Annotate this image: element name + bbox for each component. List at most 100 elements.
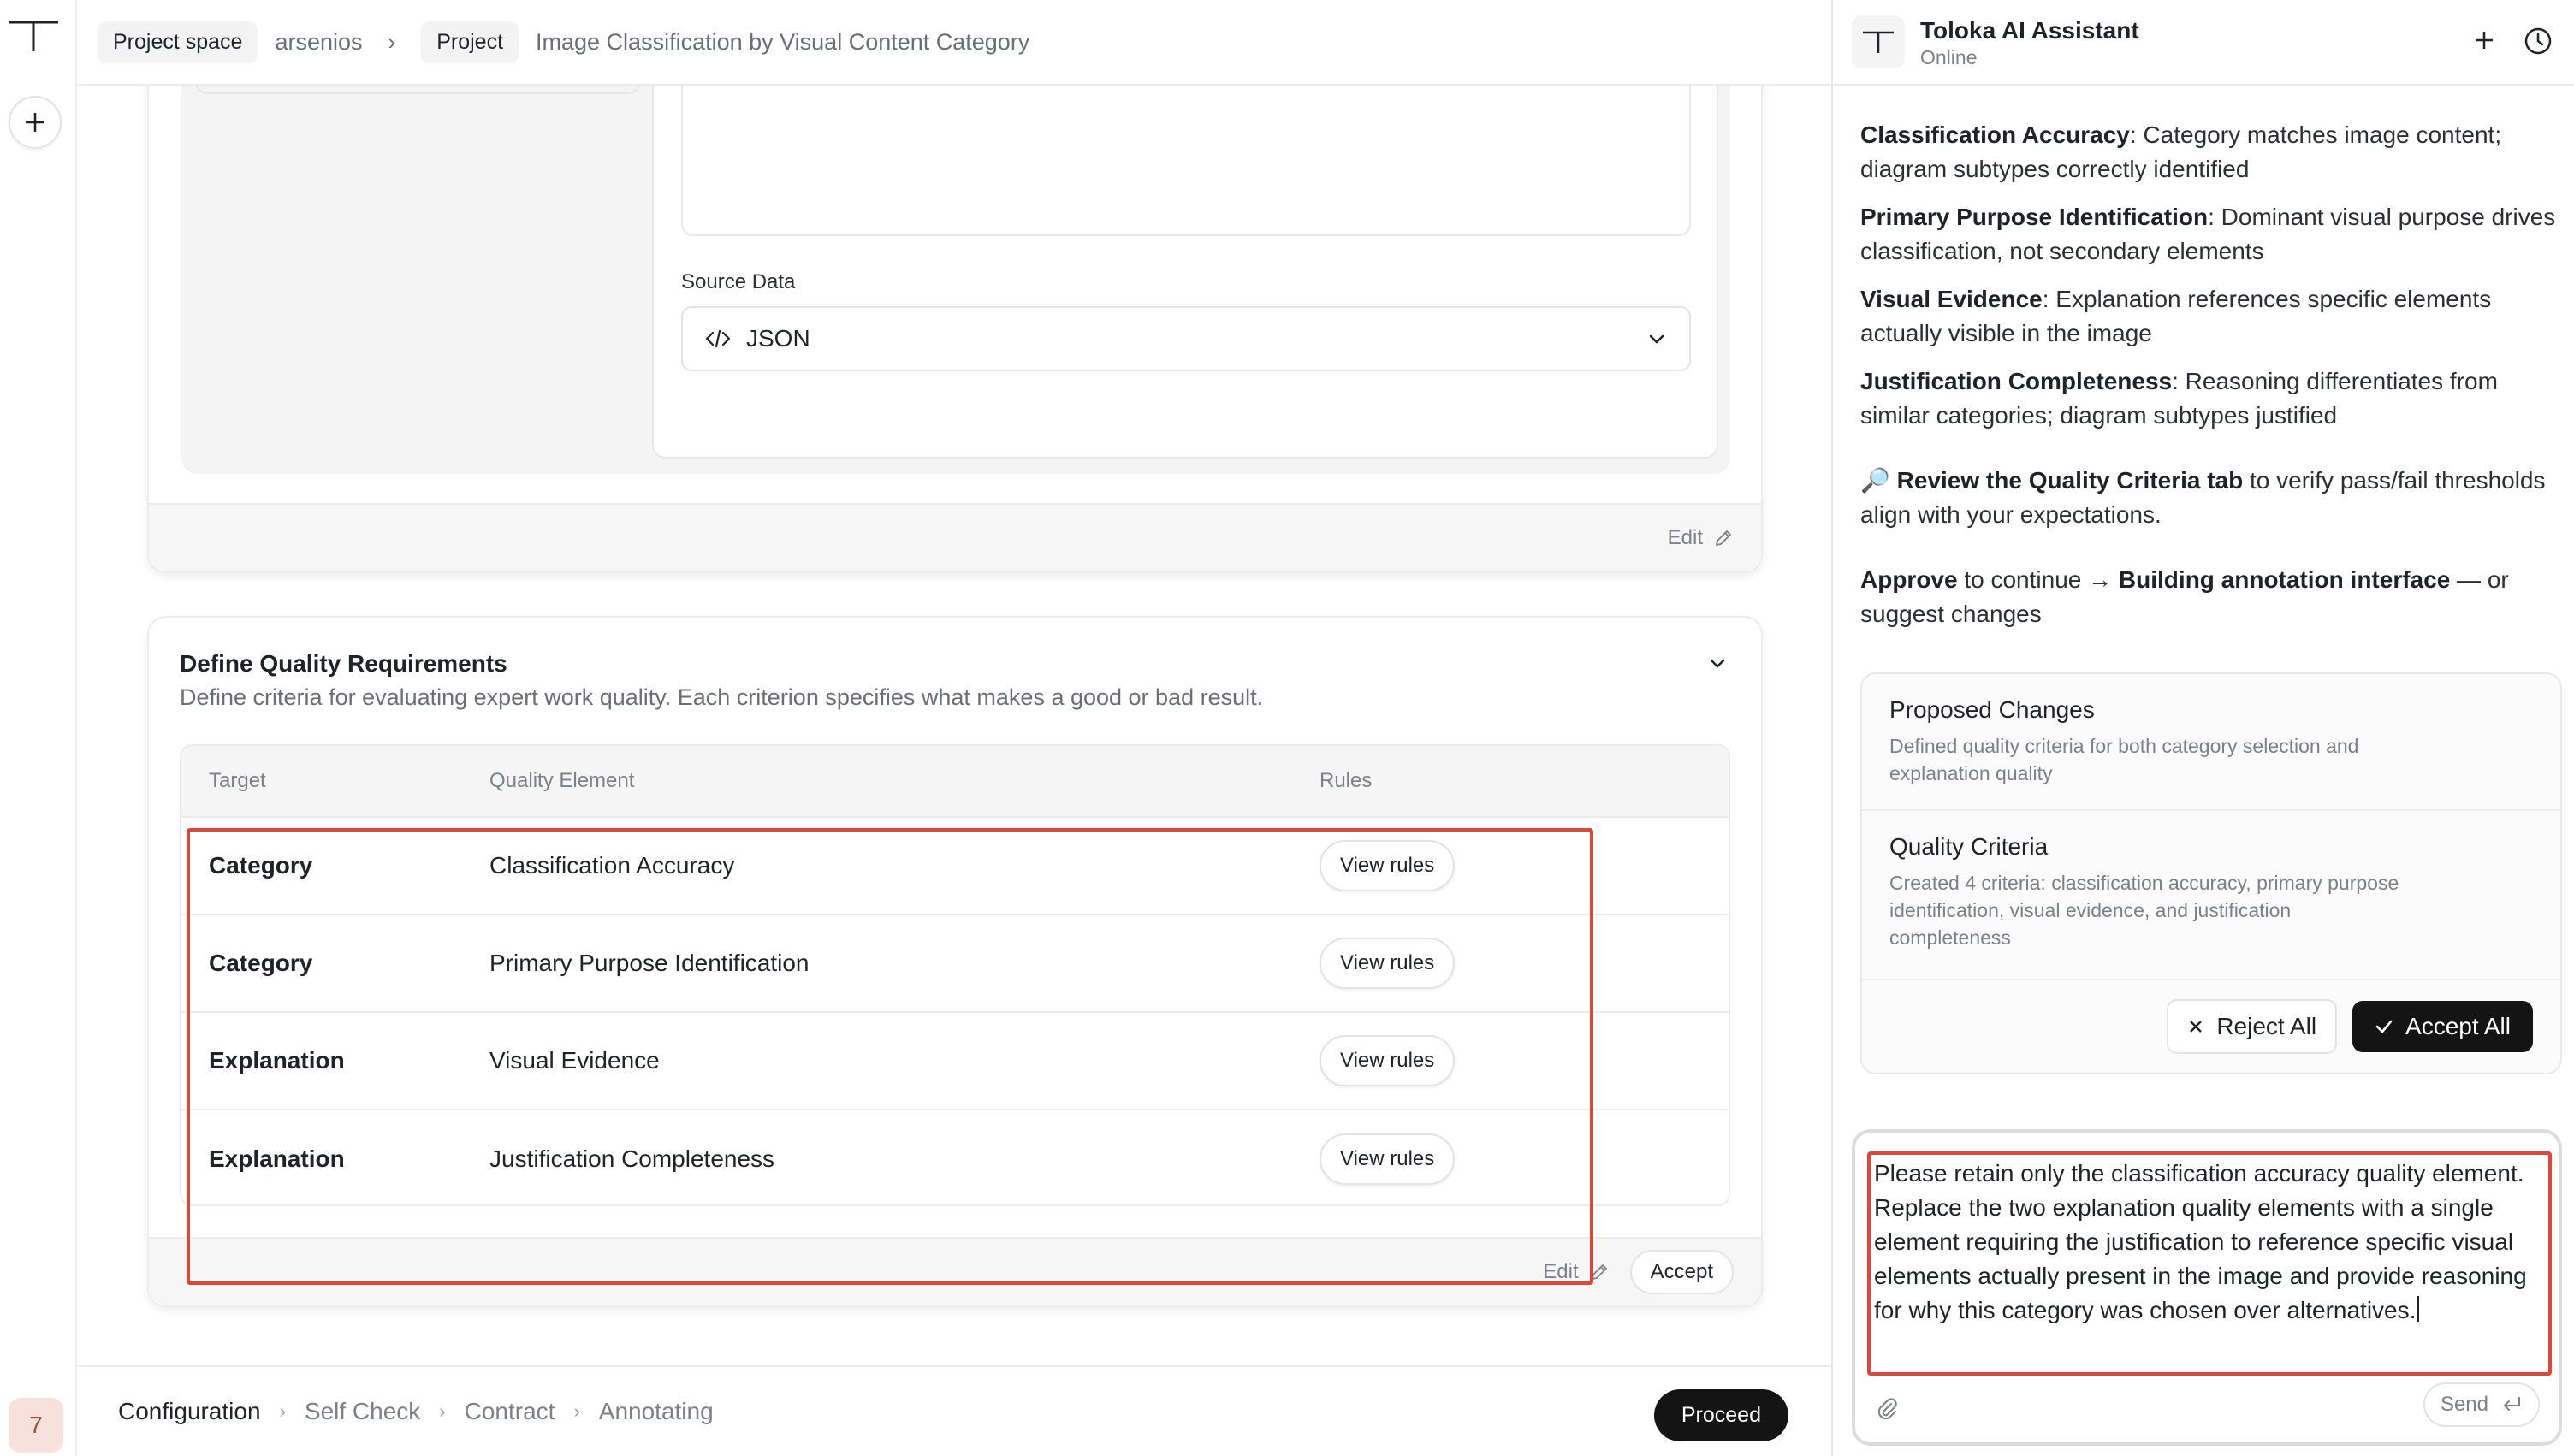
row-element: Justification Completeness [489, 1145, 775, 1172]
new-chat-button[interactable] [2470, 26, 2499, 59]
message-composer[interactable]: Please retain only the classification ac… [1852, 1129, 2562, 1446]
proposed-changes-card: Proposed Changes Defined quality criteri… [1860, 672, 2562, 1074]
assistant-header: Toloka AI Assistant Online [1833, 0, 2574, 86]
source-data-select[interactable]: JSON [681, 306, 1691, 371]
text-caret [2417, 1296, 2420, 1322]
edit-label: Edit [1667, 526, 1703, 549]
view-rules-button[interactable]: View rules [1320, 1035, 1456, 1086]
proposed-changes-title: Proposed Changes [1889, 696, 2095, 723]
breadcrumb-project-name: Image Classification by Visual Content C… [536, 28, 1030, 55]
review-note: 🔎 Review the Quality Criteria tab to ver… [1860, 467, 2546, 528]
new-project-button[interactable] [9, 96, 62, 149]
main-content: Source Data JSON Edit Define Quality Req… [77, 86, 1831, 1365]
criterion-item: Classification Accuracy: Category matche… [1860, 121, 2502, 182]
table-header: Target Quality Element Rules [181, 746, 1729, 818]
table-row: Category Primary Purpose Identification … [181, 915, 1729, 1013]
quality-table: Target Quality Element Rules Category Cl… [180, 744, 1730, 1206]
row-element: Visual Evidence [489, 1047, 660, 1074]
column-header-element: Quality Element [489, 769, 635, 792]
pencil-icon [1716, 530, 1731, 546]
chevron-right-icon: › [388, 28, 396, 55]
table-row: Explanation Justification Completeness V… [181, 1110, 1729, 1204]
edit-link[interactable]: Edit [1668, 526, 1734, 550]
row-target: Category [209, 950, 313, 976]
quality-criteria-text: Created 4 criteria: classification accur… [1889, 872, 2399, 949]
accept-all-button[interactable]: Accept All [2352, 1001, 2533, 1052]
assistant-panel: Toloka AI Assistant Online Classificatio… [1831, 0, 2574, 1456]
view-rules-button[interactable]: View rules [1320, 938, 1456, 989]
reject-all-button[interactable]: Reject All [2167, 999, 2338, 1054]
assistant-title: Toloka AI Assistant [1920, 17, 2139, 44]
step-configuration[interactable]: Configuration [118, 1398, 261, 1425]
breadcrumb: Project space arsenios › Project Image C… [77, 0, 1831, 86]
clock-icon [2524, 27, 2552, 55]
assistant-avatar [1852, 15, 1905, 68]
user-avatar[interactable]: 7 [9, 1398, 63, 1453]
edit-link[interactable]: Edit [1543, 1260, 1609, 1284]
plus-icon [2476, 32, 2493, 49]
paperclip-icon [1877, 1398, 1897, 1420]
criterion-item: Visual Evidence: Explanation references … [1860, 286, 2492, 346]
check-icon [2375, 1020, 2393, 1033]
changes-actions: Reject All Accept All [1862, 979, 2560, 1073]
code-icon [705, 329, 731, 348]
criterion-item: Primary Purpose Identification: Dominant… [1860, 204, 2556, 264]
accept-button[interactable]: Accept [1629, 1250, 1734, 1294]
proposed-changes-section: Proposed Changes Defined quality criteri… [1862, 674, 2560, 809]
table-row: Category Classification Accuracy View ru… [181, 818, 1729, 915]
send-button[interactable]: Send [2423, 1382, 2540, 1427]
view-rules-button[interactable]: View rules [1320, 840, 1456, 891]
assistant-status: Online [1920, 46, 1978, 68]
quality-criteria-title: Quality Criteria [1889, 833, 2049, 860]
edit-label: Edit [1543, 1260, 1579, 1283]
source-data-value: JSON [746, 325, 810, 352]
chevron-right-icon: › [573, 1400, 580, 1422]
assistant-message: Classification Accuracy: Category matche… [1860, 118, 2562, 645]
criterion-item: Justification Completeness: Reasoning di… [1860, 368, 2498, 429]
step-annotating[interactable]: Annotating [599, 1398, 714, 1425]
view-rules-button[interactable]: View rules [1320, 1133, 1456, 1185]
breadcrumb-project[interactable]: Project [421, 21, 519, 63]
proposed-changes-text: Defined quality criteria for both catego… [1889, 735, 2359, 784]
quality-requirements-card: Define Quality Requirements Define crite… [147, 616, 1763, 1307]
toloka-logo-icon [1863, 31, 1894, 53]
row-element: Classification Accuracy [489, 852, 735, 879]
column-header-target: Target [209, 769, 266, 792]
config-panel: Source Data JSON [652, 86, 1718, 459]
magnifier-icon: 🔎 [1860, 467, 1890, 494]
attach-button[interactable] [1874, 1396, 1900, 1426]
toloka-logo-icon[interactable] [7, 19, 60, 53]
history-button[interactable] [2523, 26, 2553, 61]
card-footer: Edit Accept [149, 1237, 1761, 1305]
row-target: Category [209, 852, 313, 879]
step-self-check[interactable]: Self Check [305, 1398, 420, 1425]
proceed-button[interactable]: Proceed [1653, 1389, 1788, 1441]
enter-key-icon [2504, 1397, 2520, 1411]
section-title: Define Quality Requirements [180, 650, 507, 677]
row-target: Explanation [209, 1047, 345, 1074]
close-icon [2190, 1021, 2203, 1033]
chevron-right-icon: › [279, 1400, 286, 1422]
chevron-down-icon [1649, 334, 1664, 344]
section-description: Define criteria for evaluating expert wo… [180, 684, 1264, 710]
row-target: Explanation [209, 1145, 345, 1172]
step-progress-bar: Configuration › Self Check › Contract › … [77, 1365, 1831, 1456]
plus-icon [26, 113, 44, 132]
breadcrumb-space-name[interactable]: arsenios [275, 29, 362, 56]
card-footer: Edit [149, 503, 1761, 571]
breadcrumb-project-space[interactable]: Project space [98, 21, 258, 63]
step-contract[interactable]: Contract [465, 1398, 555, 1425]
table-row: Explanation Visual Evidence View rules [181, 1013, 1729, 1110]
left-field-box [195, 86, 640, 94]
source-data-label: Source Data [681, 270, 796, 293]
row-element: Primary Purpose Identification [489, 950, 810, 976]
column-header-rules: Rules [1320, 769, 1373, 792]
approve-note: Approve to continue → Building annotatio… [1860, 566, 2509, 627]
collapse-toggle[interactable] [1706, 652, 1729, 678]
source-data-card: Source Data JSON Edit [147, 86, 1763, 573]
message-input[interactable]: Please retain only the classification ac… [1874, 1157, 2541, 1328]
chevron-right-icon: › [439, 1400, 446, 1422]
chevron-down-icon [1710, 659, 1725, 668]
instructions-textarea[interactable] [681, 86, 1691, 236]
quality-criteria-section: Quality Criteria Created 4 criteria: cla… [1862, 809, 2560, 974]
